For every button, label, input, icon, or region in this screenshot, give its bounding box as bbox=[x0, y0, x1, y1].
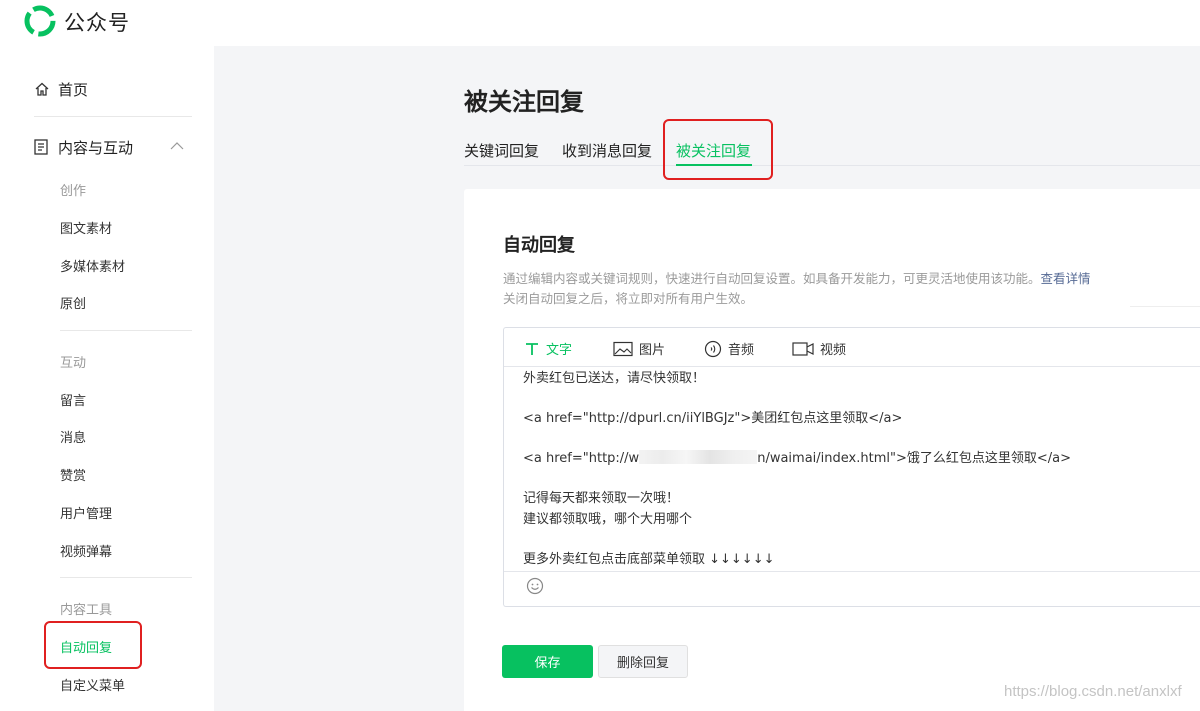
reply-line: 更多外卖红包点击底部菜单领取 ↓↓↓↓↓↓ bbox=[523, 552, 775, 567]
editor-tab-image[interactable]: 图片 bbox=[613, 339, 665, 358]
blurred-region bbox=[639, 450, 758, 464]
editor-tab-label: 文字 bbox=[546, 343, 573, 358]
audio-icon bbox=[704, 340, 722, 357]
sidebar-item-video-danmaku[interactable]: 视频弹幕 bbox=[60, 541, 112, 560]
document-icon bbox=[34, 139, 48, 155]
highlight-box-tab bbox=[663, 119, 773, 180]
sidebar-item-original[interactable]: 原创 bbox=[60, 293, 86, 312]
editor-tab-label: 视频 bbox=[820, 343, 847, 358]
chevron-up-icon[interactable] bbox=[170, 141, 184, 151]
editor-type-tabs: 文字 图片 音频 视频 bbox=[504, 328, 1200, 367]
sidebar-item-messages[interactable]: 消息 bbox=[60, 427, 86, 446]
text-icon bbox=[526, 342, 538, 355]
tab-keyword-reply[interactable]: 关键词回复 bbox=[464, 140, 539, 161]
section-label-interaction: 互动 bbox=[60, 356, 87, 371]
top-bar: 公众号 bbox=[0, 0, 1200, 46]
description-text: 通过编辑内容或关键词规则，快速进行自动回复设置。如具备开发能力，可更灵活地使用该… bbox=[503, 271, 1041, 286]
emoji-icon[interactable] bbox=[526, 577, 544, 595]
sidebar-item-article-material[interactable]: 图文素材 bbox=[60, 218, 112, 237]
reply-line: 记得每天都来领取一次哦！ bbox=[523, 491, 680, 506]
card-description: 通过编辑内容或关键词规则，快速进行自动回复设置。如具备开发能力，可更灵活地使用该… bbox=[503, 268, 1091, 287]
editor-tab-audio[interactable]: 音频 bbox=[704, 339, 754, 358]
card-title: 自动回复 bbox=[503, 235, 575, 256]
image-icon bbox=[613, 341, 633, 356]
editor-tab-label: 图片 bbox=[639, 343, 666, 358]
sidebar-group-content[interactable]: 内容与互动 bbox=[34, 136, 194, 158]
wechat-official-account-logo-icon[interactable] bbox=[24, 5, 56, 37]
sidebar-item-media-material[interactable]: 多媒体素材 bbox=[60, 256, 125, 275]
save-button[interactable]: 保存 bbox=[502, 645, 593, 678]
tab-bar: 关键词回复 收到消息回复 被关注回复 bbox=[464, 140, 1200, 166]
sidebar-item-label: 首页 bbox=[58, 80, 89, 99]
reply-line-part: n/waimai/index.html">饿了么红包点这里领取</a> bbox=[757, 451, 1071, 466]
home-icon bbox=[35, 82, 49, 96]
editor-footer bbox=[504, 571, 1200, 607]
section-label-content-tools: 内容工具 bbox=[60, 603, 113, 618]
divider bbox=[1130, 306, 1200, 307]
reply-line-part: <a href="http://w bbox=[523, 451, 640, 466]
sidebar: 首页 内容与互动 创作 图文素材 多媒体素材 原创 互动 留言 消息 赞赏 用户… bbox=[0, 46, 214, 711]
reply-editor: 文字 图片 音频 视频 外卖红包已送达，请尽快领取！ <a href="http… bbox=[503, 327, 1200, 607]
card-description-note: 关闭自动回复之后，将立即对所有用户生效。 bbox=[503, 291, 754, 306]
sidebar-group-label: 内容与互动 bbox=[58, 138, 134, 157]
video-icon bbox=[792, 341, 814, 356]
brand-name: 公众号 bbox=[64, 11, 130, 35]
divider bbox=[34, 116, 192, 117]
divider bbox=[60, 330, 192, 331]
reply-line: <a href="http://w n/waimai/index.html">饿了… bbox=[523, 449, 1071, 469]
sidebar-item-comments[interactable]: 留言 bbox=[60, 390, 86, 409]
reply-line: 外卖红包已送达，请尽快领取！ bbox=[523, 371, 706, 386]
editor-tab-text[interactable]: 文字 bbox=[524, 339, 572, 358]
highlight-box-sidebar bbox=[44, 621, 142, 669]
section-label-create: 创作 bbox=[60, 184, 87, 199]
reply-line: <a href="http://dpurl.cn/iiYlBGJz">美团红包点… bbox=[523, 411, 903, 426]
delete-reply-button[interactable]: 删除回复 bbox=[598, 645, 688, 678]
sidebar-item-user-management[interactable]: 用户管理 bbox=[60, 503, 112, 522]
view-details-link[interactable]: 查看详情 bbox=[1041, 271, 1091, 286]
watermark-text: https://blog.csdn.net/anxlxf bbox=[1004, 683, 1182, 700]
sidebar-item-home[interactable]: 首页 bbox=[34, 78, 88, 100]
sidebar-item-custom-menu[interactable]: 自定义菜单 bbox=[60, 675, 125, 694]
editor-tab-label: 音频 bbox=[728, 343, 755, 358]
reply-line: 建议都领取哦，哪个大用哪个 bbox=[523, 512, 693, 527]
tab-message-reply[interactable]: 收到消息回复 bbox=[562, 140, 652, 161]
page-title: 被关注回复 bbox=[464, 88, 584, 116]
divider bbox=[60, 577, 192, 578]
editor-tab-video[interactable]: 视频 bbox=[792, 339, 846, 358]
sidebar-item-rewards[interactable]: 赞赏 bbox=[60, 465, 86, 484]
